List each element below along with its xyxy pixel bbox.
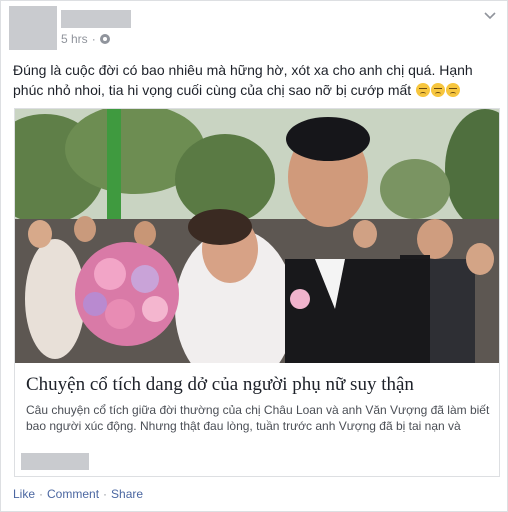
- post-text-body: Đúng là cuộc đời có bao nhiêu mà hững hờ…: [13, 62, 473, 98]
- link-source-redacted: [21, 453, 89, 470]
- comment-button[interactable]: Comment: [47, 487, 99, 501]
- author-name-redacted[interactable]: [61, 10, 131, 28]
- sad-face-emoji-icon: [446, 83, 461, 97]
- link-title[interactable]: Chuyện cổ tích dang dở của người phụ nữ …: [26, 374, 492, 396]
- meta-separator: ·: [91, 32, 96, 46]
- post-meta: 5 hrs ·: [61, 32, 110, 46]
- sad-face-emoji-icon: [416, 83, 431, 97]
- wedding-photo[interactable]: [15, 109, 499, 363]
- link-description: Câu chuyện cổ tích giữa đời thường của c…: [26, 403, 490, 433]
- avatar[interactable]: [9, 6, 57, 50]
- share-button[interactable]: Share: [111, 487, 143, 501]
- sad-face-emoji-icon: [431, 83, 446, 97]
- like-button[interactable]: Like: [13, 487, 35, 501]
- facebook-post-card: 5 hrs · Đúng là cuộc đời có bao nhiêu mà…: [0, 0, 508, 512]
- globe-icon[interactable]: [99, 34, 110, 44]
- chevron-down-icon[interactable]: [483, 11, 497, 21]
- action-separator: ·: [103, 487, 108, 501]
- post-timestamp[interactable]: 5 hrs: [61, 32, 88, 46]
- post-text: Đúng là cuộc đời có bao nhiêu mà hững hờ…: [13, 60, 497, 100]
- action-separator: ·: [39, 487, 44, 501]
- post-actions: Like · Comment · Share: [13, 487, 143, 501]
- link-preview[interactable]: Chuyện cổ tích dang dở của người phụ nữ …: [14, 108, 500, 477]
